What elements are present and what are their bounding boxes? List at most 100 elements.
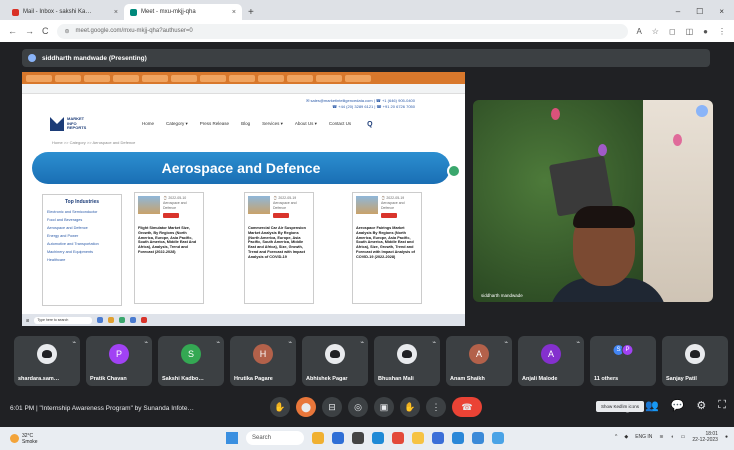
participant-name: Pratik Chavan: [90, 376, 127, 382]
captions-button[interactable]: ⊟: [322, 397, 342, 417]
people-icon[interactable]: 👥: [645, 399, 659, 415]
industry-link: Automotive and Transportation: [47, 242, 99, 246]
app-icon[interactable]: [472, 432, 484, 444]
report-thumbnail: [356, 196, 378, 214]
url-field[interactable]: ⊜ meet.google.com/mxu-mkjj-qha?authuser=…: [56, 23, 629, 39]
present-button[interactable]: ▣: [374, 397, 394, 417]
store-icon[interactable]: [452, 432, 464, 444]
nav-home: Home: [142, 121, 155, 126]
participant-name: Anjali Malode: [522, 376, 558, 382]
translate-icon[interactable]: A: [636, 27, 641, 36]
industry-link: Electronic and Semiconductor: [47, 210, 98, 214]
report-button: [381, 213, 397, 218]
forward-icon[interactable]: →: [25, 26, 34, 36]
app-icon: [97, 317, 104, 323]
participant-tile[interactable]: ⌁ Abhishek Pagar: [302, 336, 368, 386]
participant-tile[interactable]: Sanjay Patil: [662, 336, 728, 386]
info-icon[interactable]: ⓘ: [622, 399, 633, 415]
language-indicator[interactable]: ENG IN: [635, 434, 652, 440]
chrome-icon[interactable]: [392, 432, 404, 444]
report-card: ⌚ 2022-05-10 Aerospace and Defence Flight…: [134, 192, 204, 304]
meet-icon: [130, 8, 137, 16]
weather-widget[interactable]: 32°C Smoke: [10, 433, 38, 445]
nav-blog: Blog: [241, 121, 251, 126]
sidebar-icon[interactable]: ◫: [686, 27, 694, 36]
file-explorer-icon[interactable]: [412, 432, 424, 444]
reload-icon[interactable]: C: [42, 26, 49, 36]
profile-avatar[interactable]: ●: [703, 27, 708, 36]
close-tab-icon[interactable]: ×: [232, 9, 236, 16]
shared-screen[interactable]: ✉ sales@marketintelligencedata.com | ☎ +…: [22, 72, 465, 326]
site-info-icon[interactable]: ⊜: [65, 28, 70, 35]
more-options-button[interactable]: ⋮: [426, 397, 446, 417]
new-tab-button[interactable]: +: [242, 7, 260, 20]
presenter-video[interactable]: siddharth mandwade: [473, 100, 713, 302]
effects-button[interactable]: ◎: [348, 397, 368, 417]
avatar: P: [109, 344, 129, 364]
participant-tile[interactable]: H ⌁ Hrutika Pagare: [230, 336, 296, 386]
participant-tile[interactable]: A ⌁ Anam Shaikh: [446, 336, 512, 386]
others-tile[interactable]: S P 11 others: [590, 336, 656, 386]
widgets-icon[interactable]: [312, 432, 324, 444]
record-button[interactable]: ⬤: [296, 397, 316, 417]
activities-icon[interactable]: ⚙: [696, 399, 706, 415]
host-controls-icon[interactable]: ⛶: [718, 399, 726, 415]
app-icon: [141, 317, 148, 323]
participant-tile[interactable]: P ⌁ Pratik Chavan: [86, 336, 152, 386]
close-window-button[interactable]: ×: [719, 7, 724, 16]
weather-desc: Smoke: [22, 438, 38, 445]
chat-icon[interactable]: 💬: [671, 399, 685, 415]
pin-icon[interactable]: [696, 105, 708, 117]
participant-tile[interactable]: ⌁ shardara.sam…: [14, 336, 80, 386]
wifi-icon[interactable]: ≋: [659, 434, 663, 440]
presenter-avatar: [28, 54, 36, 62]
app-icon: [130, 317, 137, 323]
bookmark-star-icon[interactable]: ☆: [652, 27, 659, 36]
tab-meet[interactable]: Meet - mxu-mkjj-qha ×: [124, 4, 242, 20]
start-button-icon[interactable]: [226, 432, 238, 444]
minimize-button[interactable]: –: [676, 7, 680, 16]
extensions-icon[interactable]: ◻: [669, 27, 676, 36]
browser-tab-bar: Mail - Inbox - sakshi Ka… × Meet - mxu-m…: [0, 0, 734, 20]
chat-bubble-icon: [447, 164, 461, 178]
tab-label: Meet - mxu-mkjj-qha: [141, 9, 196, 15]
meet-window: siddharth mandwade (Presenting) ✉ sales@…: [0, 42, 734, 427]
mic-muted-icon: ⌁: [216, 340, 220, 346]
end-call-button[interactable]: ☎: [452, 397, 482, 417]
clock[interactable]: 18:01 22-12-2023: [692, 431, 718, 443]
app-icon[interactable]: [352, 432, 364, 444]
app-icon[interactable]: [432, 432, 444, 444]
browser-toolbar-icons: A ☆ ◻ ◫ ● ⋮: [636, 27, 726, 36]
edge-icon[interactable]: [372, 432, 384, 444]
report-title: Aerospace Fairings Market Analysis By Re…: [356, 226, 415, 259]
mic-muted-icon: ⌁: [432, 340, 436, 346]
chevron-up-icon[interactable]: ^: [615, 434, 617, 440]
participant-tile[interactable]: A ⌁ Anjali Malode: [518, 336, 584, 386]
volume-icon[interactable]: ◖: [671, 434, 674, 440]
maximize-button[interactable]: ☐: [696, 7, 703, 16]
avatar: A: [541, 344, 561, 364]
app-icon[interactable]: [492, 432, 504, 444]
participant-name: 11 others: [594, 376, 619, 382]
taskbar-search[interactable]: Search: [246, 431, 304, 445]
back-icon[interactable]: ←: [8, 26, 17, 36]
avatar: [685, 344, 705, 364]
menu-icon[interactable]: ⋮: [718, 27, 726, 36]
close-tab-icon[interactable]: ×: [114, 9, 118, 16]
report-thumbnail: [138, 196, 160, 214]
windows-icon: ⊞: [26, 317, 30, 323]
reactions-button[interactable]: ✋: [400, 397, 420, 417]
report-button: [163, 213, 179, 218]
battery-icon[interactable]: ▭: [681, 434, 686, 440]
tray-icon[interactable]: ◆: [624, 434, 628, 440]
app-icon: [108, 317, 115, 323]
url-text: meet.google.com/mxu-mkjj-qha?authuser=0: [75, 28, 193, 34]
notification-icon[interactable]: ●: [725, 434, 728, 440]
meeting-controls: 6:01 PM | "Internship Awareness Program"…: [0, 393, 734, 423]
participant-tile[interactable]: S ⌁ Sakshi Kadbo…: [158, 336, 224, 386]
app-icon[interactable]: [332, 432, 344, 444]
avatar: H: [253, 344, 273, 364]
tab-mail[interactable]: Mail - Inbox - sakshi Ka… ×: [6, 4, 124, 20]
raise-hand-button[interactable]: ✋: [270, 397, 290, 417]
participant-tile[interactable]: ⌁ Bhushan Mali: [374, 336, 440, 386]
